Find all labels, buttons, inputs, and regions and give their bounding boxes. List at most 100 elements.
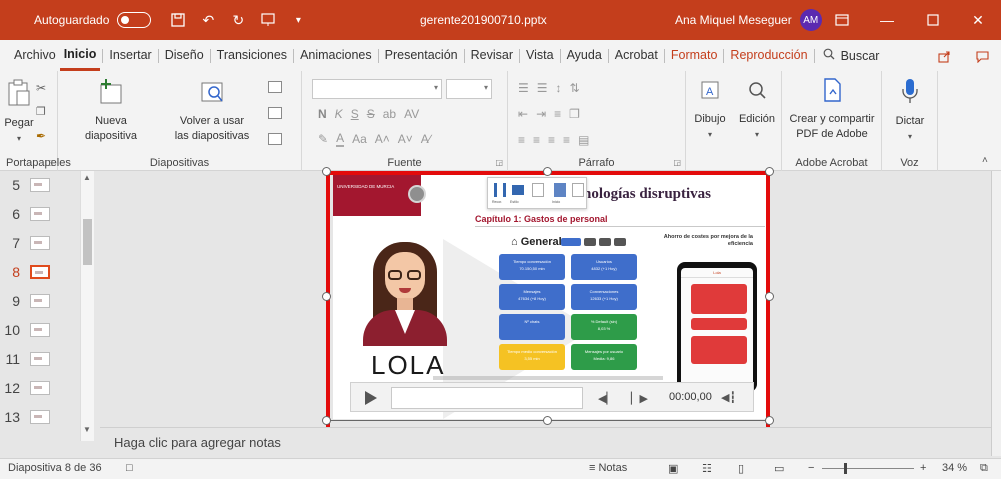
tab-diseno[interactable]: Diseño	[161, 40, 208, 71]
clipboard-launcher-icon[interactable]: ◲	[45, 158, 53, 167]
grow-font-icon[interactable]: A˄	[375, 132, 390, 146]
resize-handle[interactable]	[765, 416, 774, 425]
tab-formato[interactable]: Formato	[667, 40, 722, 71]
bold-icon[interactable]: N	[318, 107, 327, 121]
cut-icon[interactable]: ✂	[36, 81, 46, 95]
normal-view-icon[interactable]: ▣	[668, 462, 678, 475]
numbering-icon[interactable]: ☰	[537, 81, 548, 95]
tab-insertar[interactable]: Insertar	[105, 40, 155, 71]
notes-pane[interactable]: Haga clic para agregar notas	[100, 427, 991, 456]
new-slide-button[interactable]: Nueva diapositiva	[82, 77, 140, 144]
spacing-icon[interactable]: AV	[404, 107, 419, 121]
clear-format-icon[interactable]: A∕	[421, 132, 431, 146]
shrink-font-icon[interactable]: A˅	[398, 132, 413, 146]
thumbnail-slide-8[interactable]: 8	[0, 258, 80, 286]
thumbnail-slide-13[interactable]: 13	[0, 403, 80, 431]
align-center-icon[interactable]: ≡	[533, 133, 540, 147]
slideshow-icon[interactable]: ▭	[774, 462, 784, 475]
slide-sorter-icon[interactable]: ☷	[702, 462, 712, 475]
paste-button[interactable]: Pegar ▾	[4, 79, 34, 146]
maximize-icon[interactable]	[910, 0, 956, 40]
thumbnail-slide-11[interactable]: 11	[0, 345, 80, 373]
zoom-slider-thumb[interactable]	[844, 463, 847, 474]
layout-icon[interactable]	[268, 81, 282, 93]
bullets-icon[interactable]: ☰	[518, 81, 529, 95]
drawing-button[interactable]: A Dibujo ▾	[690, 79, 730, 142]
close-icon[interactable]: ✕	[955, 0, 1001, 40]
scroll-down-icon[interactable]: ▼	[83, 425, 91, 434]
undo-icon[interactable]: ↶	[197, 9, 219, 31]
search-box[interactable]: Buscar	[823, 48, 879, 63]
autosave-toggle[interactable]	[117, 12, 152, 28]
change-case-icon[interactable]: Aa	[352, 132, 367, 146]
thumbnail-scrollbar[interactable]: ▲ ▼	[80, 171, 94, 441]
tab-vista[interactable]: Vista	[522, 40, 558, 71]
font-size-select[interactable]: ▾	[446, 79, 492, 99]
collapse-ribbon-icon[interactable]: ˄	[982, 155, 988, 166]
resize-handle[interactable]	[543, 167, 552, 176]
reuse-slides-button[interactable]: Volver a usar las diapositivas	[164, 77, 260, 144]
columns-icon[interactable]: ≡	[554, 107, 561, 121]
font-launcher-icon[interactable]: ◲	[495, 158, 503, 167]
section-icon[interactable]	[268, 133, 282, 145]
resize-handle[interactable]	[765, 167, 774, 176]
thumbnail-slide-6[interactable]: 6	[0, 200, 80, 228]
scroll-up-icon[interactable]: ▲	[83, 173, 91, 182]
accessibility-icon[interactable]: □	[126, 462, 133, 474]
text-direction-icon[interactable]: ⇅	[570, 81, 580, 95]
resize-handle[interactable]	[765, 292, 774, 301]
font-color-icon[interactable]: A	[336, 131, 345, 147]
thumbnail-slide-9[interactable]: 9	[0, 287, 80, 315]
reading-view-icon[interactable]: ▯	[738, 462, 744, 475]
share-icon[interactable]	[933, 47, 955, 65]
tab-archivo[interactable]: Archivo	[10, 40, 60, 71]
smartart-icon[interactable]: ▤	[578, 133, 589, 147]
comments-icon[interactable]	[971, 47, 993, 65]
scroll-thumb[interactable]	[83, 219, 92, 265]
resize-handle[interactable]	[543, 416, 552, 425]
highlight-icon[interactable]: ✎	[318, 132, 328, 146]
tab-reproduccion[interactable]: Reproducción	[726, 40, 811, 71]
zoom-slider[interactable]	[822, 468, 914, 469]
customize-qat-icon[interactable]: ▾	[287, 9, 309, 31]
thumbnail-slide-7[interactable]: 7	[0, 229, 80, 257]
tab-transiciones[interactable]: Transiciones	[213, 40, 291, 71]
editing-button[interactable]: Edición ▾	[736, 79, 778, 142]
underline-icon[interactable]: S	[351, 107, 359, 121]
strikethrough-icon[interactable]: S	[367, 107, 375, 121]
tab-animaciones[interactable]: Animaciones	[296, 40, 376, 71]
tab-acrobat[interactable]: Acrobat	[611, 40, 662, 71]
notes-toggle[interactable]: ≡ Notas	[589, 462, 627, 474]
account-area[interactable]: Ana Miquel Meseguer AM	[675, 0, 822, 40]
save-icon[interactable]	[167, 9, 189, 31]
zoom-in-icon[interactable]: +	[920, 462, 926, 474]
paragraph-launcher-icon[interactable]: ◲	[673, 158, 681, 167]
create-pdf-button[interactable]: Crear y compartir PDF de Adobe	[784, 77, 880, 142]
thumbnail-slide-12[interactable]: 12	[0, 374, 80, 402]
thumbnail-slide-5[interactable]: 5	[0, 171, 80, 199]
zoom-level[interactable]: 34 %	[942, 462, 967, 474]
shadow-icon[interactable]: ab	[383, 107, 396, 121]
justify-icon[interactable]: ≡	[563, 133, 570, 147]
minimize-icon[interactable]: —	[864, 0, 910, 40]
align-text-icon[interactable]: ❐	[569, 107, 580, 121]
redo-icon[interactable]: ↻	[227, 9, 249, 31]
copy-icon[interactable]: ❐	[36, 105, 46, 118]
resize-handle[interactable]	[322, 292, 331, 301]
italic-icon[interactable]: K	[335, 107, 343, 121]
tab-inicio[interactable]: Inicio	[59, 40, 101, 71]
line-spacing-icon[interactable]: ↕	[556, 81, 562, 95]
tab-revisar[interactable]: Revisar	[467, 40, 517, 71]
zoom-out-icon[interactable]: −	[808, 462, 814, 474]
tab-presentacion[interactable]: Presentación	[381, 40, 462, 71]
align-right-icon[interactable]: ≡	[548, 133, 555, 147]
thumbnail-slide-10[interactable]: 10	[0, 316, 80, 344]
editor-scrollbar[interactable]	[991, 171, 1001, 456]
increase-indent-icon[interactable]: ⇥	[536, 107, 546, 121]
notes-placeholder[interactable]: Haga clic para agregar notas	[114, 435, 281, 450]
present-icon[interactable]	[257, 9, 279, 31]
font-name-select[interactable]: ▾	[312, 79, 442, 99]
reset-icon[interactable]	[268, 107, 282, 119]
decrease-indent-icon[interactable]: ⇤	[518, 107, 528, 121]
tab-ayuda[interactable]: Ayuda	[563, 40, 606, 71]
